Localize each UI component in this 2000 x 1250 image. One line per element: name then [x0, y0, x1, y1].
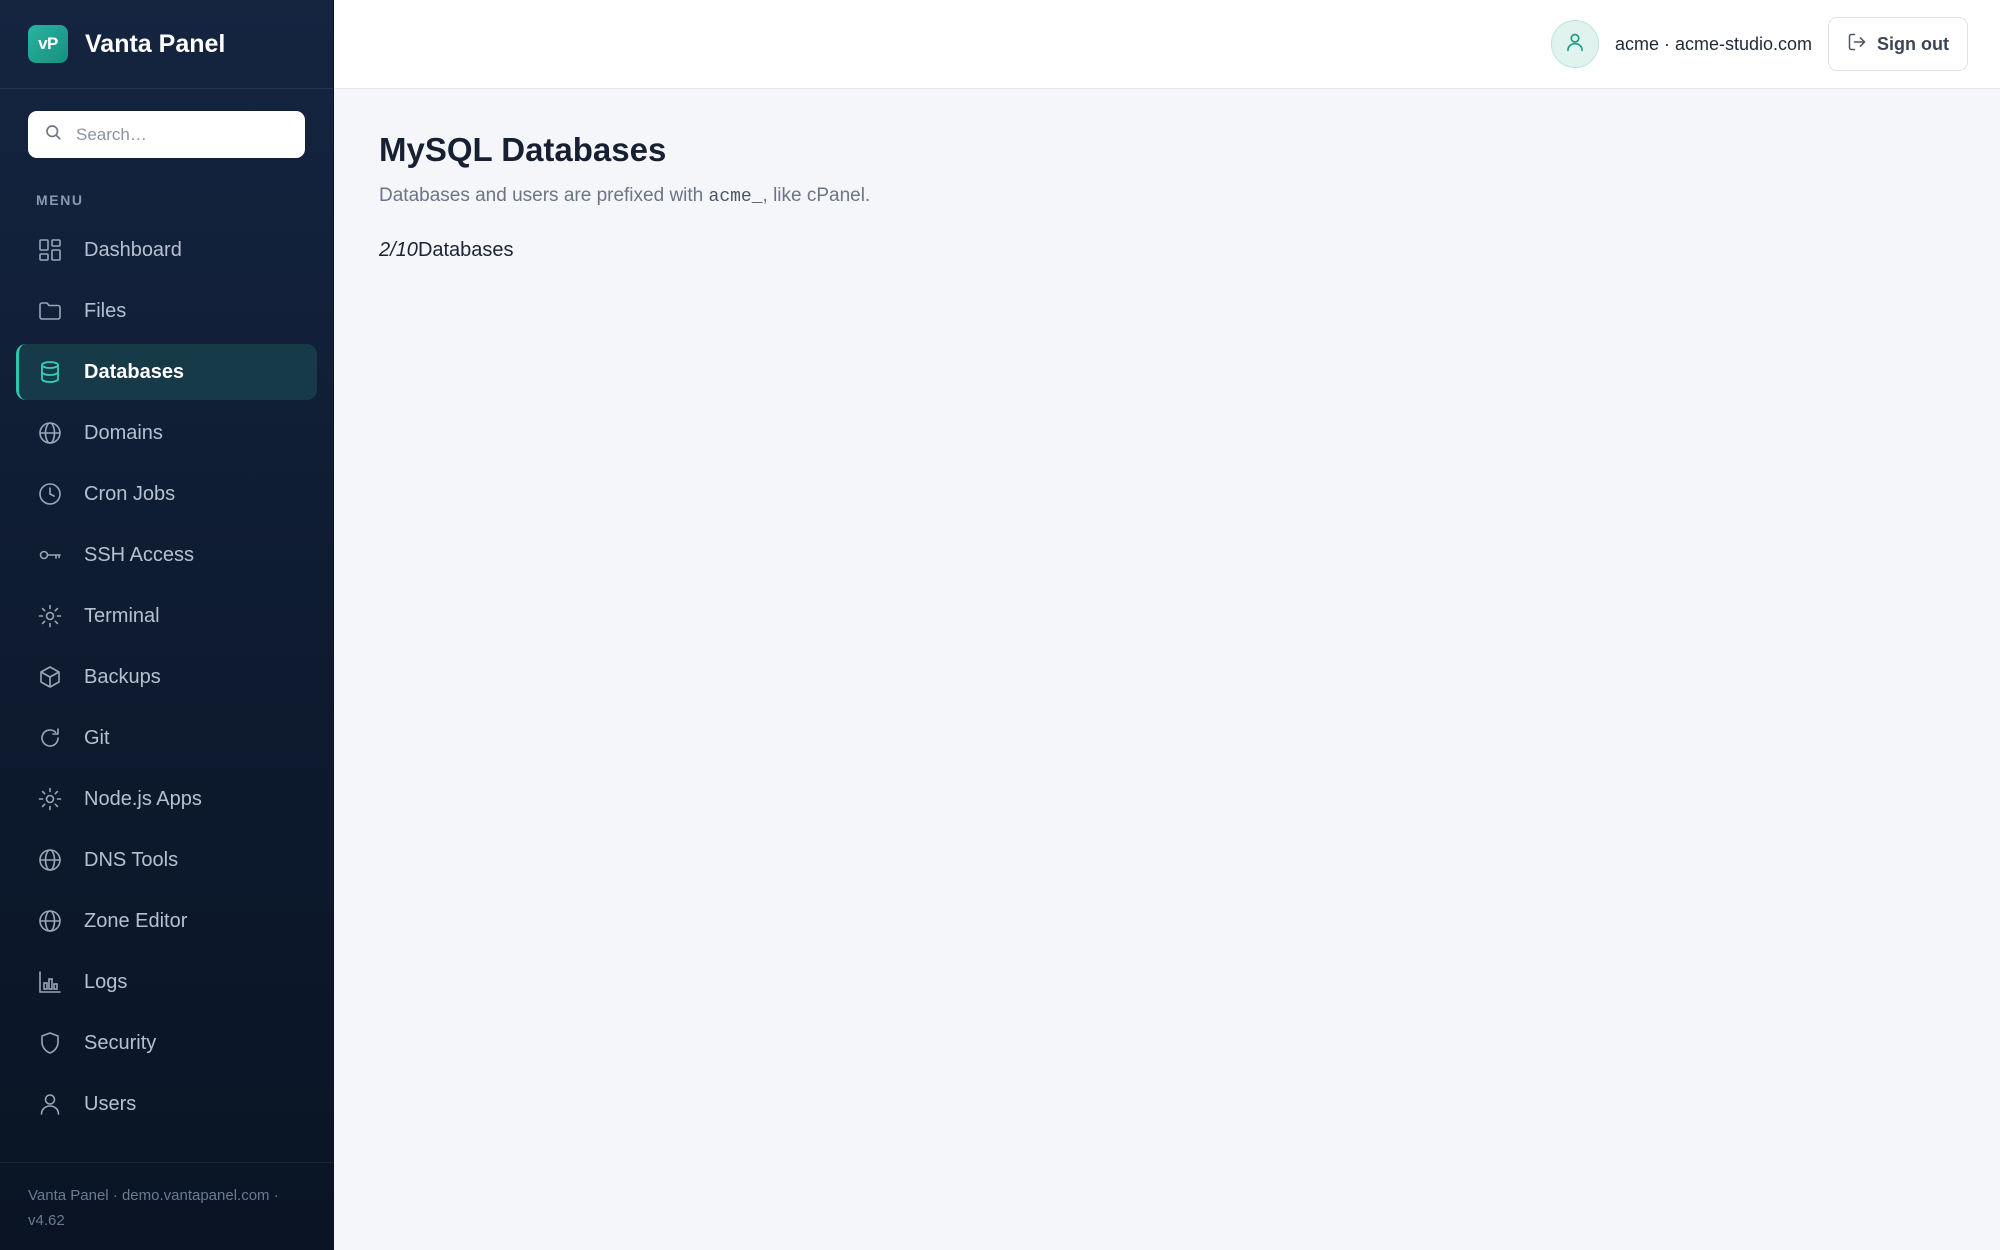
sidebar-footer: Vanta Panel · demo.vantapanel.com · v4.6…	[0, 1162, 333, 1250]
search-input[interactable]	[76, 124, 276, 145]
brand[interactable]: vP Vanta Panel	[0, 0, 333, 89]
sidebar-item-dns-tools[interactable]: DNS Tools	[16, 832, 317, 888]
subtitle-text: Databases and users are prefixed with	[379, 185, 709, 206]
bar-chart-icon	[38, 970, 62, 994]
folder-icon	[38, 299, 62, 323]
sidebar-item-label: Git	[84, 726, 110, 749]
sidebar-item-label: Logs	[84, 970, 128, 993]
sidebar-item-label: Security	[84, 1031, 157, 1054]
globe-icon	[38, 848, 62, 872]
sidebar-item-label: Cron Jobs	[84, 482, 176, 505]
sidebar-item-label: Terminal	[84, 604, 160, 627]
sign-out-button[interactable]: Sign out	[1828, 17, 1968, 71]
sun-icon	[38, 787, 62, 811]
sign-out-icon	[1847, 32, 1867, 57]
database-icon	[38, 360, 62, 384]
sidebar-item-label: Backups	[84, 665, 161, 688]
brand-logo: vP	[28, 25, 68, 63]
main-area: acme · acme-studio.com Sign out MySQL Da…	[334, 0, 2000, 1250]
sidebar-item-cron-jobs[interactable]: Cron Jobs	[16, 466, 317, 522]
page-title: MySQL Databases	[379, 131, 667, 168]
sidebar-item-users[interactable]: Users	[16, 1076, 317, 1132]
topbar: acme · acme-studio.com Sign out	[334, 0, 2000, 89]
prefix-code: acme_	[708, 187, 763, 207]
sidebar-item-label: Databases	[84, 360, 185, 383]
key-icon	[38, 543, 62, 567]
subtitle-text-end: , like cPanel.	[762, 185, 871, 206]
brand-name: Vanta Panel	[85, 29, 226, 58]
sun-icon	[38, 604, 62, 628]
sidebar-item-label: Node.js Apps	[84, 787, 202, 810]
menu-label: MENU	[36, 192, 84, 208]
sidebar-item-nodejs-apps[interactable]: Node.js Apps	[16, 771, 317, 827]
clock-icon	[38, 482, 62, 506]
sidebar-item-label: DNS Tools	[84, 848, 179, 871]
sidebar-item-logs[interactable]: Logs	[16, 954, 317, 1010]
avatar[interactable]	[1550, 20, 1599, 68]
user-icon	[1565, 32, 1585, 57]
sidebar-nav: Dashboard Files Databases Domains Cron J…	[0, 222, 333, 1137]
sidebar-item-label: Users	[84, 1092, 137, 1115]
sign-out-label: Sign out	[1877, 33, 1949, 54]
sidebar-item-security[interactable]: Security	[16, 1015, 317, 1071]
quota-total: 10	[395, 239, 418, 261]
refresh-icon	[38, 726, 62, 750]
sidebar-item-git[interactable]: Git	[16, 710, 317, 766]
search-icon	[44, 123, 62, 146]
database-quota: 2/10Databases	[379, 239, 1955, 262]
sidebar-item-label: Domains	[84, 421, 163, 444]
user-icon	[38, 1092, 62, 1116]
sidebar-item-label: Dashboard	[84, 238, 182, 261]
grid-icon	[38, 238, 62, 262]
page-content: MySQL Databases Databases and users are …	[334, 89, 2000, 304]
sidebar-item-backups[interactable]: Backups	[16, 649, 317, 705]
sidebar-item-label: Zone Editor	[84, 909, 188, 932]
account-label: acme · acme-studio.com	[1614, 33, 1813, 54]
quota-used: 2	[379, 239, 391, 261]
quota-label: Databases	[417, 239, 514, 261]
sidebar-item-dashboard[interactable]: Dashboard	[16, 222, 317, 278]
sidebar-item-ssh-access[interactable]: SSH Access	[16, 527, 317, 583]
sidebar: vP Vanta Panel MENU Dashboard Files	[0, 0, 334, 1250]
sidebar-item-zone-editor[interactable]: Zone Editor	[16, 893, 317, 949]
sidebar-item-databases[interactable]: Databases	[16, 344, 317, 400]
globe-icon	[38, 421, 62, 445]
sidebar-item-label: Files	[84, 299, 127, 322]
sidebar-item-label: SSH Access	[84, 543, 195, 566]
sidebar-item-terminal[interactable]: Terminal	[16, 588, 317, 644]
page-subtitle: Databases and users are prefixed with ac…	[379, 185, 1955, 207]
sidebar-item-domains[interactable]: Domains	[16, 405, 317, 461]
box-icon	[38, 665, 62, 689]
shield-icon	[38, 1031, 62, 1055]
globe-icon	[38, 909, 62, 933]
sidebar-item-files[interactable]: Files	[16, 283, 317, 339]
search-box[interactable]	[28, 111, 305, 158]
